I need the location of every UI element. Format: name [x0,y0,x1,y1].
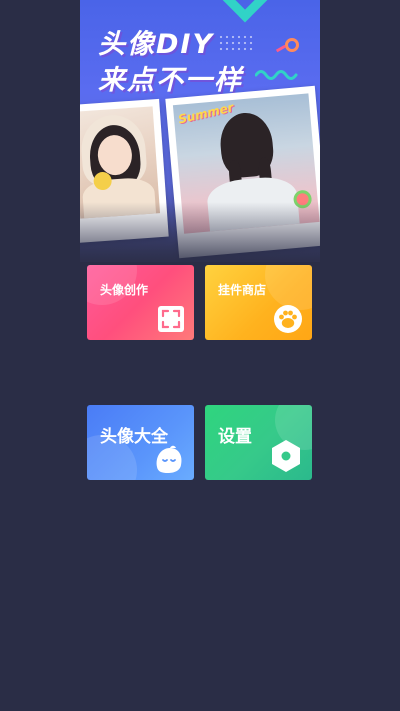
hero-banner[interactable]: 头像DIY 来点不一样 Summer [80,0,320,262]
scan-frame-icon [158,306,184,332]
dash-decoration [275,44,287,53]
ring-decoration [285,38,299,52]
avatar-create-tile[interactable]: 头像创作 [87,265,194,340]
hexagon-settings-icon [272,440,300,472]
chevron-decoration [209,0,281,23]
banner-title-line2: 来点不一样 [98,65,243,96]
pendant-shop-label: 挂件商店 [218,283,267,297]
banner-title-line1: 头像DIY [98,29,215,60]
settings-label: 设置 [218,427,252,447]
avatar-create-label: 头像创作 [100,283,149,297]
wave-decoration [255,70,298,80]
dots-decoration [218,34,254,52]
settings-tile[interactable]: 设置 [205,405,312,480]
cute-face-icon [156,445,182,473]
pendant-shop-tile[interactable]: 挂件商店 [205,265,312,340]
paw-icon [274,305,302,333]
avatar-gallery-tile[interactable]: 头像大全 [87,405,194,480]
